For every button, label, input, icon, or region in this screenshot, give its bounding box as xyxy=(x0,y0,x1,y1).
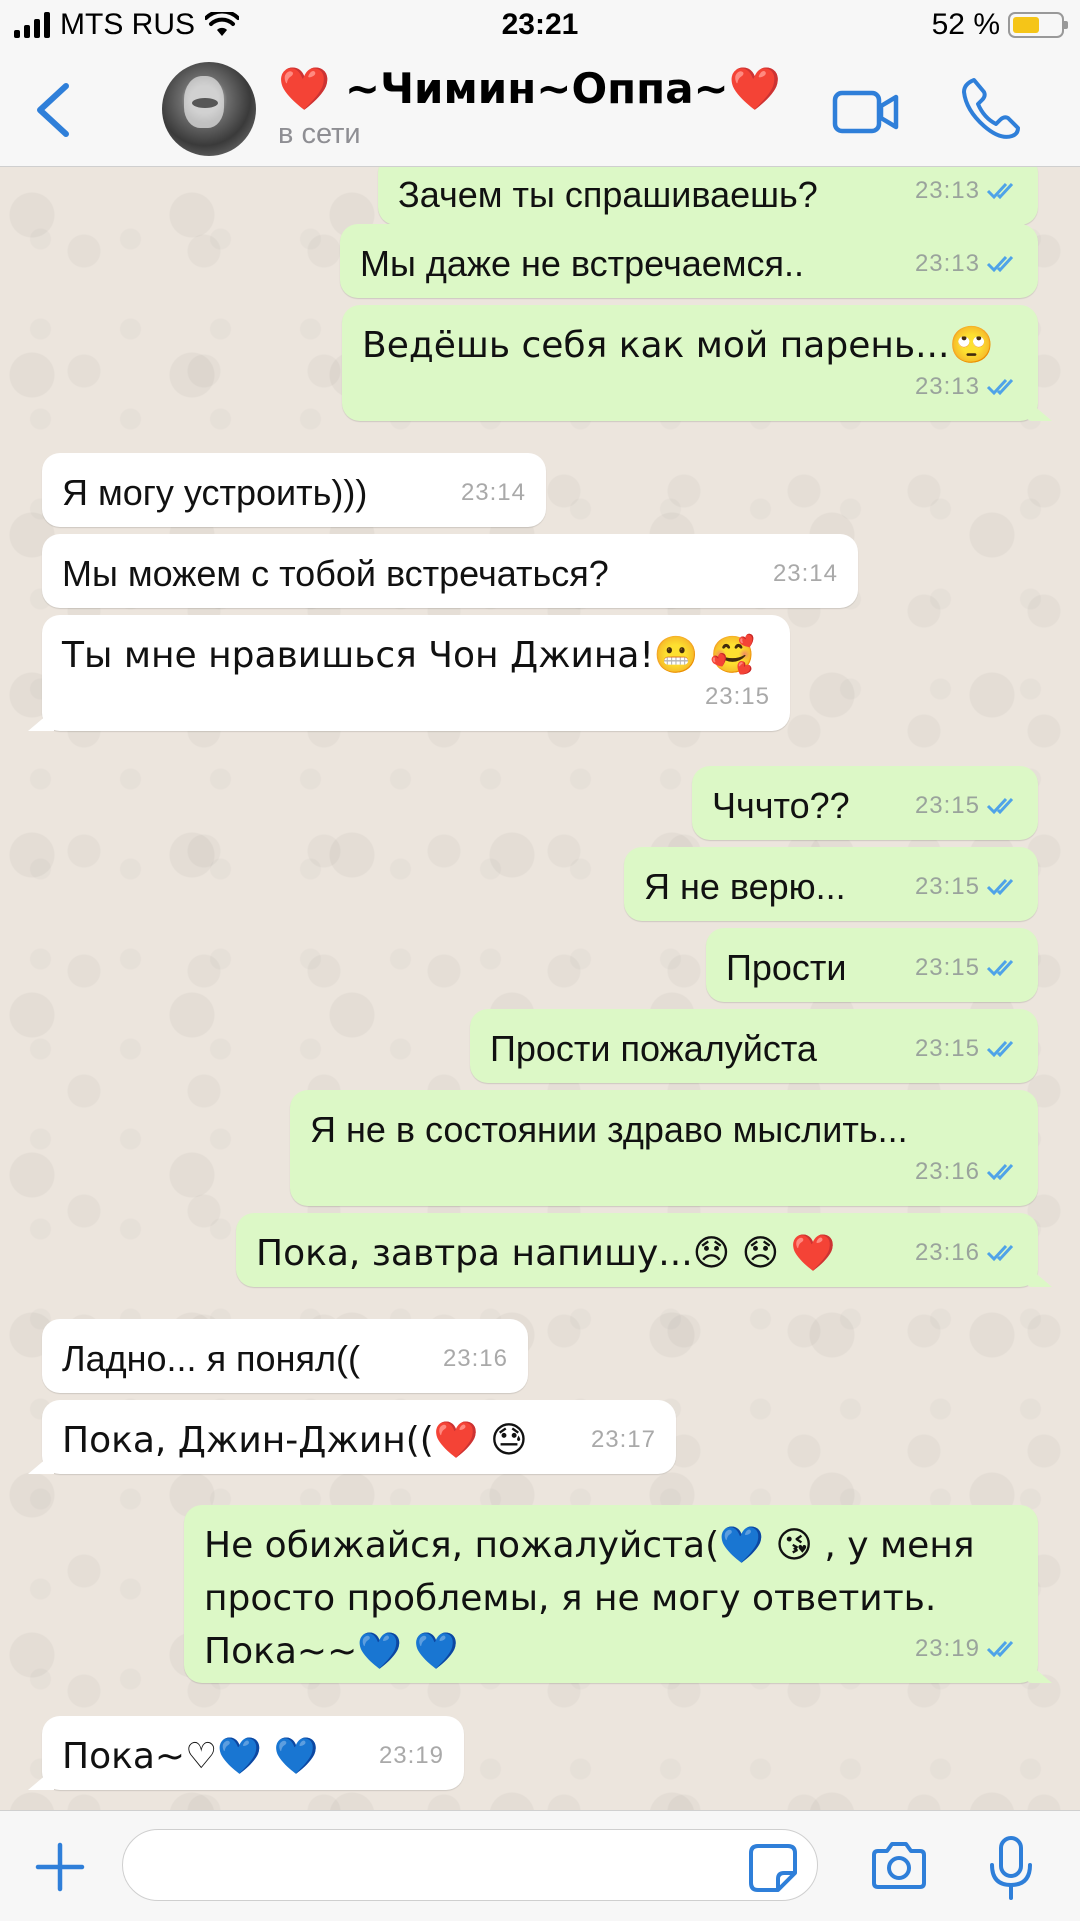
message-time: 23:19 xyxy=(378,1742,444,1769)
contact-status: в сети xyxy=(278,118,361,150)
read-ticks-icon xyxy=(986,959,1014,977)
read-ticks-icon xyxy=(986,378,1014,396)
message-meta: 23:17 xyxy=(591,1414,656,1466)
message-bubble[interactable]: Ведёшь себя как мой парень...🙄 23:13 xyxy=(342,305,1038,421)
message-meta: 23:19 xyxy=(915,1623,1018,1675)
message-time: 23:13 xyxy=(914,250,980,277)
read-ticks-icon xyxy=(986,1640,1014,1658)
input-bar xyxy=(0,1810,1080,1921)
message-meta: 23:13 xyxy=(915,361,1018,413)
message-meta: 23:15 xyxy=(915,1023,1018,1075)
message-time: 23:16 xyxy=(914,1239,980,1266)
message-text: Не обижайся, пожалуйста(💙 😘 , у меня про… xyxy=(204,1525,975,1672)
message-text: Я могу устроить))) xyxy=(62,472,368,513)
message-bubble[interactable]: Я могу устроить))) 23:14 xyxy=(42,453,546,527)
microphone-icon[interactable] xyxy=(986,1835,1036,1901)
status-bar: MTS RUS 23:21 52 % xyxy=(0,0,1080,50)
message-meta: 23:16 xyxy=(915,1227,1018,1279)
message-bubble[interactable]: Зачем ты спрашиваешь? 23:13 xyxy=(378,167,1038,225)
message-meta: 23:15 xyxy=(705,671,770,723)
message-bubble[interactable]: Я не верю... 23:15 xyxy=(624,847,1038,921)
battery-percent: 52 % xyxy=(931,8,1000,41)
message-meta: 23:13 xyxy=(915,238,1018,290)
message-text: Мы можем с тобой встречаться? xyxy=(62,553,609,594)
message-meta: 23:19 xyxy=(379,1730,444,1782)
message-bubble[interactable]: Я не в состоянии здраво мыслить... 23:16 xyxy=(290,1090,1038,1206)
message-bubble[interactable]: Прости 23:15 xyxy=(706,928,1038,1002)
message-input[interactable] xyxy=(122,1829,818,1901)
message-text: Я не в состоянии здраво мыслить... xyxy=(310,1109,908,1150)
read-ticks-icon xyxy=(986,1163,1014,1181)
message-bubble[interactable]: Чччто?? 23:15 xyxy=(692,766,1038,840)
sticker-icon[interactable] xyxy=(748,1843,798,1893)
message-text: Пока, завтра напишу...😞 😞 ❤️ xyxy=(256,1233,836,1274)
read-ticks-icon xyxy=(986,878,1014,896)
message-meta: 23:15 xyxy=(915,942,1018,994)
message-meta: 23:14 xyxy=(773,548,838,600)
message-text: Мы даже не встречаемся.. xyxy=(360,243,805,284)
message-meta: 23:14 xyxy=(461,467,526,519)
message-time: 23:15 xyxy=(914,1035,980,1062)
chat-header: ❤️ ~Чимин~Оппа~❤️ в сети xyxy=(0,50,1080,167)
message-bubble[interactable]: Мы можем с тобой встречаться? 23:14 xyxy=(42,534,858,608)
message-time: 23:17 xyxy=(590,1426,656,1453)
message-time: 23:16 xyxy=(442,1345,508,1372)
message-time: 23:14 xyxy=(460,479,526,506)
message-text: Прости пожалуйста xyxy=(490,1028,817,1069)
message-text: Пока, Джин-Джин((❤️ 😓 xyxy=(62,1420,528,1461)
message-bubble[interactable]: Мы даже не встречаемся.. 23:13 xyxy=(340,224,1038,298)
message-text: Зачем ты спрашиваешь? xyxy=(398,174,818,215)
message-bubble[interactable]: Пока, Джин-Джин((❤️ 😓 23:17 xyxy=(42,1400,676,1474)
camera-icon[interactable] xyxy=(870,1841,928,1891)
message-text: Ладно... я понял(( xyxy=(62,1338,360,1379)
message-time: 23:15 xyxy=(914,954,980,981)
message-meta: 23:13 xyxy=(915,167,1018,217)
message-time: 23:15 xyxy=(704,683,770,710)
message-bubble[interactable]: Не обижайся, пожалуйста(💙 😘 , у меня про… xyxy=(184,1505,1038,1683)
read-ticks-icon xyxy=(986,255,1014,273)
contact-name[interactable]: ❤️ ~Чимин~Оппа~❤️ xyxy=(278,64,781,114)
message-meta: 23:16 xyxy=(915,1146,1018,1198)
message-meta: 23:16 xyxy=(443,1333,508,1385)
read-ticks-icon xyxy=(986,1244,1014,1262)
message-bubble[interactable]: Пока, завтра напишу...😞 😞 ❤️ 23:16 xyxy=(236,1213,1038,1287)
message-bubble[interactable]: Ты мне нравишься Чон Джина!😬 🥰 23:15 xyxy=(42,615,790,731)
chat-area[interactable]: Зачем ты спрашиваешь? 23:13 Мы даже не в… xyxy=(0,167,1080,1810)
message-meta: 23:15 xyxy=(915,780,1018,832)
message-meta: 23:15 xyxy=(915,861,1018,913)
message-time: 23:16 xyxy=(914,1158,980,1185)
message-time: 23:15 xyxy=(914,873,980,900)
message-bubble[interactable]: Пока~♡💙 💙 23:19 xyxy=(42,1716,464,1790)
read-ticks-icon xyxy=(986,1040,1014,1058)
read-ticks-icon xyxy=(986,797,1014,815)
message-text: Чччто?? xyxy=(712,785,850,826)
plus-icon[interactable] xyxy=(34,1841,86,1893)
chevron-left-icon[interactable] xyxy=(24,74,84,144)
phone-icon[interactable] xyxy=(960,76,1020,140)
video-call-icon[interactable] xyxy=(832,88,900,136)
message-text: Я не верю... xyxy=(644,866,846,907)
battery-icon xyxy=(1008,12,1068,38)
status-bar-right: 52 % xyxy=(931,8,1068,42)
message-text: Пока~♡💙 💙 xyxy=(62,1736,319,1777)
message-time: 23:13 xyxy=(914,177,980,204)
message-time: 23:13 xyxy=(914,373,980,400)
clock: 23:21 xyxy=(501,8,579,41)
message-time: 23:14 xyxy=(772,560,838,587)
avatar[interactable] xyxy=(162,62,256,156)
message-text: Ведёшь себя как мой парень...🙄 xyxy=(362,325,995,366)
message-text: Ты мне нравишься Чон Джина!😬 🥰 xyxy=(62,635,756,676)
message-time: 23:15 xyxy=(914,792,980,819)
read-ticks-icon xyxy=(986,182,1014,200)
message-text: Прости xyxy=(726,947,847,988)
message-bubble[interactable]: Ладно... я понял(( 23:16 xyxy=(42,1319,528,1393)
message-bubble[interactable]: Прости пожалуйста 23:15 xyxy=(470,1009,1038,1083)
message-time: 23:19 xyxy=(914,1635,980,1662)
